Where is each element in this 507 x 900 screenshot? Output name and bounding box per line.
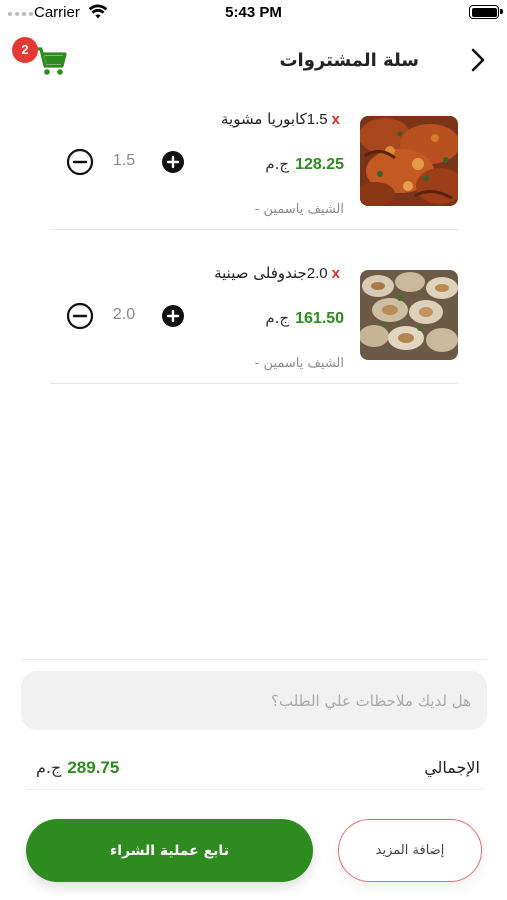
order-notes-input[interactable] [21,671,487,730]
multiplier-sign: x [331,265,340,282]
item-chef: الشيف ياسمين - [254,202,344,217]
total-label: الإجمالي [424,758,480,777]
decrease-quantity-button[interactable] [66,148,94,176]
quantity-stepper: 1.5 [66,148,184,176]
plus-circle-icon [162,151,184,173]
total-currency: ج.م [36,758,62,777]
quantity-value: 2.0 [112,306,136,323]
shopping-cart-icon [34,47,67,75]
multiplier-sign: x [331,111,340,128]
cart-button[interactable] [34,44,68,78]
total-price-value: 289.75 [67,758,120,777]
total-row: الإجمالي 289.75 ج.م [26,750,484,790]
item-photo-clams [360,270,458,360]
item-currency: ج.م [265,155,290,173]
item-price: 161.50 ج.م [265,308,344,328]
minus-circle-icon [66,302,94,330]
decrease-quantity-button[interactable] [66,302,94,330]
item-price-value: 161.50 [295,310,344,327]
clock-time: 5:43 PM [225,4,282,21]
item-name: كابوريا مشوية [221,110,307,128]
plus-circle-icon [162,305,184,327]
increase-quantity-button[interactable] [162,305,184,327]
nav-bar: 2 سلة المشتروات [0,30,507,94]
item-chef: الشيف ياسمين - [254,356,344,371]
status-bar: Carrier 5:43 PM [0,0,507,26]
item-quantity: 1.5 [306,111,328,128]
add-more-button[interactable]: إضافة المزيد [338,819,482,882]
item-price: 128.25 ج.م [265,154,344,174]
item-currency: ج.م [265,309,290,327]
item-name: جندوفلى صينية [214,264,307,282]
cart-item: 1.5 xكابوريا مشوية 128.25ج.م الشيف ياسمين… [50,100,458,230]
chevron-right-icon [471,48,485,72]
minus-circle-icon [66,148,94,176]
divider [22,659,487,660]
battery-icon [469,5,503,19]
total-amount: 289.75 ج.م [36,758,119,778]
quantity-stepper: 2.0 [66,302,184,330]
checkout-button[interactable]: تابع عملية الشراء [26,819,313,882]
order-notes-field[interactable] [21,671,487,730]
item-price-value: 128.25 [295,156,344,173]
page-title: سلة المشتروات [279,50,419,71]
item-photo-grilled-crab [360,116,458,206]
item-quantity: 2.0 [306,265,328,282]
increase-quantity-button[interactable] [162,151,184,173]
cart-count-badge: 2 [12,37,38,63]
back-button[interactable] [467,46,489,74]
cart-item: 2.0 xجندوفلى صينية 161.50ج.م الشيف ياسمين… [50,254,458,384]
item-title: 2.0 x جندوفلى صينية [214,264,344,282]
item-title: 1.5 x كابوريا مشوية [221,110,344,128]
quantity-value: 1.5 [112,152,136,169]
